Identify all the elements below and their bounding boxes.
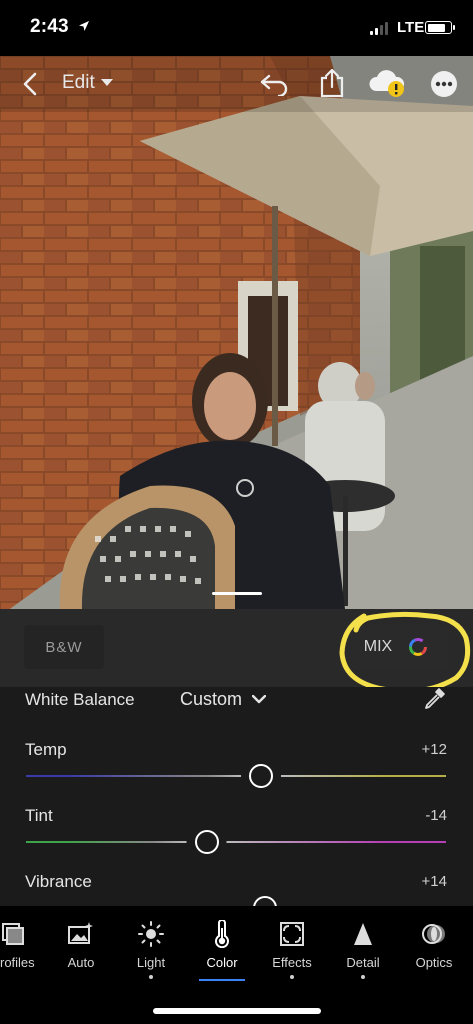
bw-button[interactable]: B&W bbox=[24, 625, 104, 669]
tint-slider-thumb[interactable] bbox=[194, 830, 219, 854]
tab-label: Color bbox=[206, 955, 238, 970]
more-options-icon bbox=[431, 71, 457, 97]
eyedropper-icon bbox=[425, 688, 445, 709]
white-balance-value: Custom bbox=[180, 689, 243, 709]
share-icon bbox=[320, 68, 344, 98]
temp-label: Temp bbox=[25, 740, 67, 759]
thermometer-icon bbox=[215, 920, 229, 948]
edit-toolbar: Edit bbox=[0, 56, 473, 112]
tab-modified-dot bbox=[361, 975, 365, 979]
optics-lens-icon bbox=[422, 924, 445, 944]
tab-color[interactable]: Color bbox=[189, 906, 255, 990]
network-type: LTE bbox=[397, 19, 425, 36]
battery-icon bbox=[425, 21, 455, 34]
signal-bars-icon bbox=[370, 22, 388, 35]
tab-optics[interactable]: Optics bbox=[401, 906, 467, 990]
tab-light[interactable]: Light bbox=[118, 906, 184, 990]
auto-magic-icon bbox=[68, 922, 93, 944]
white-balance-dropdown[interactable]: Custom bbox=[180, 689, 267, 710]
back-chevron-icon bbox=[23, 72, 37, 96]
tab-label: Profiles bbox=[0, 955, 35, 970]
tab-label: Optics bbox=[415, 955, 453, 970]
tab-label: Light bbox=[136, 955, 166, 970]
tab-profiles[interactable]: Profiles bbox=[0, 906, 46, 990]
undo-button[interactable] bbox=[258, 68, 290, 100]
status-bar: 2:43 LTE bbox=[0, 0, 473, 56]
photo-canvas[interactable] bbox=[0, 56, 473, 609]
tab-detail[interactable]: Detail bbox=[330, 906, 396, 990]
color-panel: White Balance Custom Temp +12 Tint -14 V… bbox=[0, 687, 473, 906]
tab-label: Auto bbox=[67, 955, 95, 970]
tab-label: Detail bbox=[346, 955, 380, 970]
temp-slider-thumb[interactable] bbox=[249, 764, 274, 788]
panel-drag-handle[interactable] bbox=[212, 592, 262, 595]
status-time: 2:43 bbox=[30, 16, 69, 37]
tab-label: Effects bbox=[272, 955, 312, 970]
cloud-sync-button[interactable] bbox=[368, 66, 408, 100]
tint-slider-track[interactable] bbox=[26, 841, 446, 843]
tint-label: Tint bbox=[25, 806, 53, 825]
active-tab-indicator bbox=[199, 979, 245, 981]
vibrance-value: +14 bbox=[421, 873, 447, 890]
vibrance-label: Vibrance bbox=[25, 872, 92, 891]
tint-value: -14 bbox=[425, 807, 447, 824]
chevron-down-icon bbox=[252, 695, 267, 704]
tab-effects[interactable]: Effects bbox=[259, 906, 325, 990]
vibrance-slider-thumb[interactable] bbox=[253, 896, 278, 906]
back-button[interactable] bbox=[16, 70, 44, 98]
edit-menu[interactable]: Edit bbox=[62, 72, 113, 94]
tab-modified-dot bbox=[290, 975, 294, 979]
color-mode-row: B&W MIX bbox=[0, 609, 473, 687]
share-button[interactable] bbox=[316, 66, 348, 100]
sun-icon bbox=[138, 921, 164, 947]
edit-tab-bar: Profiles Auto Light Color Effects Detail… bbox=[0, 906, 473, 990]
color-wheel-icon bbox=[409, 638, 428, 656]
effects-icon bbox=[280, 922, 304, 946]
profiles-icon bbox=[2, 923, 24, 945]
tab-auto[interactable]: Auto bbox=[48, 906, 114, 990]
detail-triangle-icon bbox=[354, 923, 372, 945]
mix-button[interactable]: MIX bbox=[344, 625, 448, 669]
tab-modified-dot bbox=[149, 975, 153, 979]
more-options-button[interactable] bbox=[430, 70, 458, 98]
mix-label: MIX bbox=[363, 638, 393, 655]
white-balance-label: White Balance bbox=[25, 690, 135, 709]
temp-slider-track[interactable] bbox=[26, 775, 446, 777]
home-indicator[interactable] bbox=[153, 1008, 321, 1014]
chevron-down-icon bbox=[100, 79, 113, 86]
undo-icon bbox=[260, 74, 288, 96]
location-arrow-icon bbox=[79, 21, 89, 31]
temp-value: +12 bbox=[421, 741, 447, 758]
edit-menu-label: Edit bbox=[62, 72, 95, 93]
photo-image bbox=[0, 56, 473, 609]
cloud-warning-icon bbox=[369, 70, 405, 97]
eyedropper-button[interactable] bbox=[422, 687, 446, 711]
